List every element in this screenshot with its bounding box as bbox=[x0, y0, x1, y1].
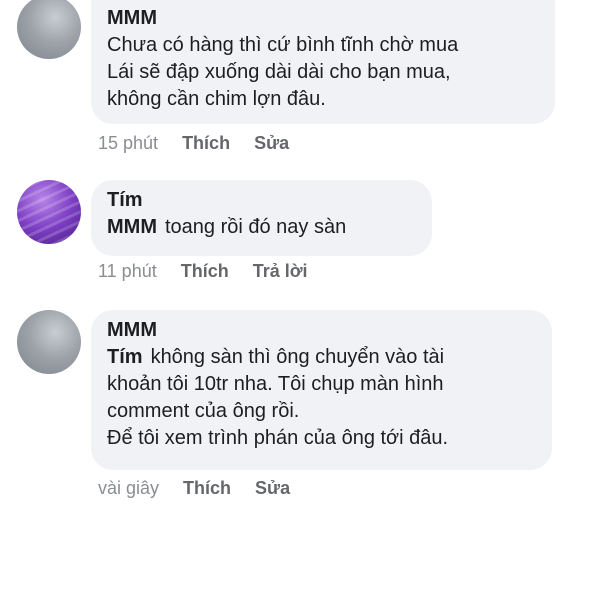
comment-text: Tím không sàn thì ông chuyển vào tài khoả… bbox=[107, 344, 536, 452]
comment-timestamp: 11 phút bbox=[98, 261, 157, 281]
comment-bubble[interactable]: MMM Chưa có hàng thì cứ bình tĩnh chờ mu… bbox=[91, 0, 555, 124]
like-button[interactable]: Thích bbox=[181, 261, 229, 282]
avatar[interactable] bbox=[17, 310, 81, 374]
comment-bubble[interactable]: MMM Tím không sàn thì ông chuyển vào tài … bbox=[91, 310, 552, 470]
comment-timestamp: 15 phút bbox=[98, 133, 159, 153]
edit-button[interactable]: Sửa bbox=[255, 478, 290, 499]
comment-body: toang rồi đó nay sàn bbox=[164, 216, 347, 238]
comment-actions: vài giây Thích Sửa bbox=[98, 478, 290, 499]
like-button[interactable]: Thích bbox=[182, 133, 230, 154]
comment-body: không sàn thì ông chuyển vào tài khoản t… bbox=[107, 346, 449, 449]
comment-author[interactable]: MMM bbox=[107, 318, 536, 342]
mention-tag[interactable]: MMM bbox=[107, 216, 157, 238]
like-button[interactable]: Thích bbox=[183, 478, 231, 499]
comment-actions: 15 phút Thích Sửa bbox=[98, 133, 289, 154]
comment-text: Chưa có hàng thì cứ bình tĩnh chờ mua Lá… bbox=[107, 34, 459, 110]
comment-bubble[interactable]: Tím MMM toang rồi đó nay sàn bbox=[91, 180, 432, 256]
reply-button[interactable]: Trả lời bbox=[253, 261, 308, 282]
comment-text: MMM toang rồi đó nay sàn bbox=[107, 214, 416, 241]
comment-timestamp: vài giây bbox=[98, 478, 160, 498]
edit-button[interactable]: Sửa bbox=[254, 133, 289, 154]
mention-tag[interactable]: Tím bbox=[107, 346, 143, 368]
comment-author[interactable]: Tím bbox=[107, 188, 416, 212]
avatar[interactable] bbox=[17, 180, 81, 244]
comment-actions: 11 phút Thích Trả lời bbox=[98, 261, 308, 282]
avatar[interactable] bbox=[17, 0, 81, 59]
comment-author[interactable]: MMM bbox=[107, 6, 539, 30]
